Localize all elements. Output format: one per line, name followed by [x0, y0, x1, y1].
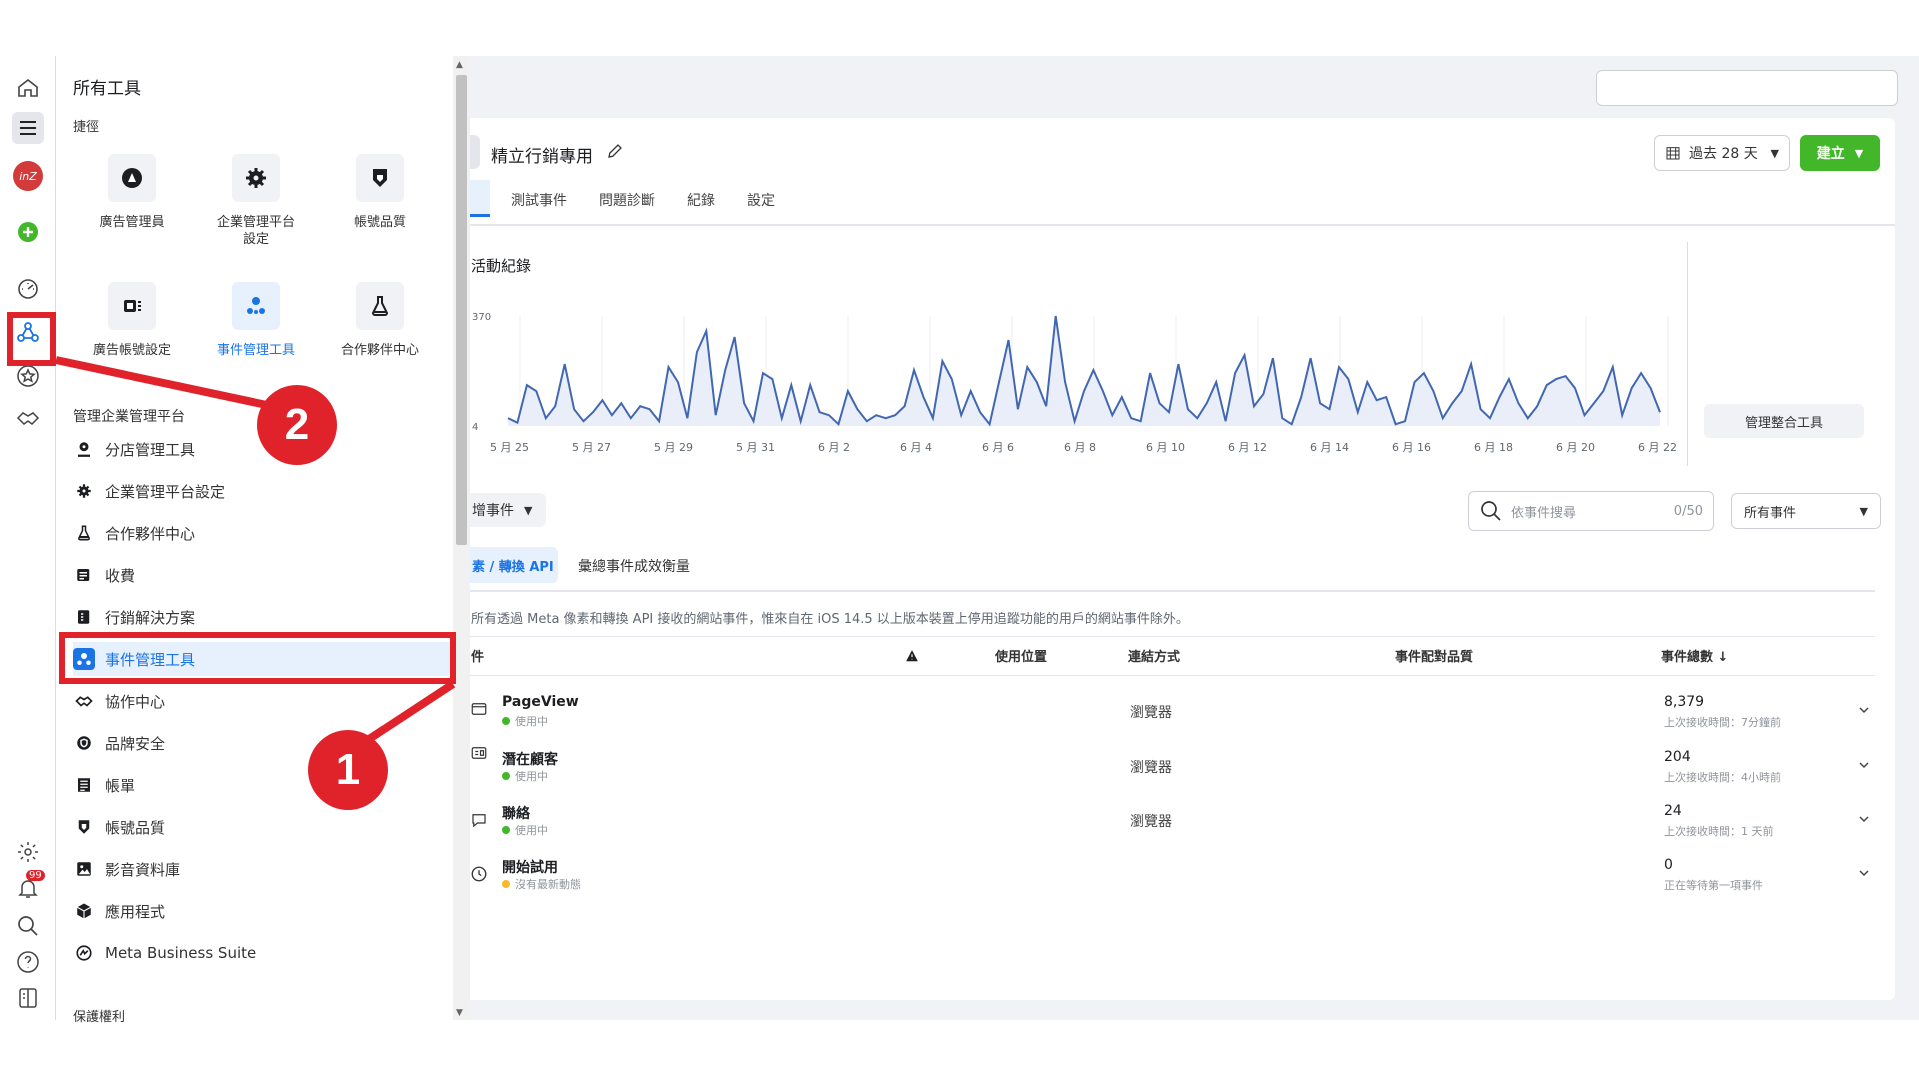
callout-number-one: 1: [308, 730, 388, 810]
callout-number-two: 2: [257, 385, 337, 465]
callout-arrows: [55, 356, 456, 749]
